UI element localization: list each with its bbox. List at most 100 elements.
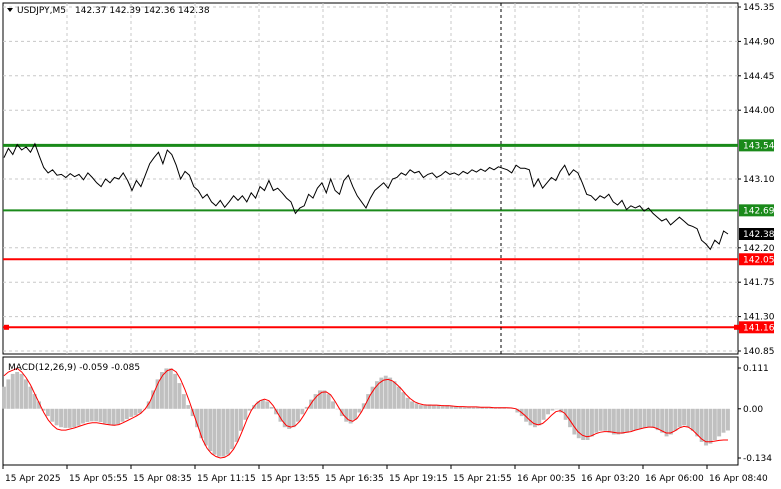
time-tick-label: 15 Apr 08:35 <box>133 474 192 484</box>
price-axis: 145.35 144.90 144.45 144.00 143.10 142.20 141.… <box>738 3 775 357</box>
macd-bar <box>291 408 296 428</box>
price-tick-label: 143.10 <box>743 175 775 185</box>
macd-bar <box>462 407 467 409</box>
macd-bar <box>585 408 590 440</box>
macd-bar <box>440 405 445 409</box>
macd-bar <box>234 408 239 442</box>
macd-bar <box>322 390 327 409</box>
macd-bar <box>203 408 208 446</box>
macd-bar <box>383 375 388 409</box>
macd-bar <box>24 379 28 409</box>
macd-bar <box>164 368 169 409</box>
macd-bar <box>484 407 489 409</box>
macd-bar <box>230 408 235 450</box>
macd-bar <box>625 408 629 433</box>
macd-bar <box>660 408 665 433</box>
macd-bar <box>357 408 362 413</box>
macd-bar <box>269 406 274 409</box>
macd-bar <box>76 408 81 426</box>
macd-bar <box>98 408 103 422</box>
macd-bar <box>388 377 393 409</box>
time-tick-label: 16 Apr 08:40 <box>709 474 768 484</box>
trading-chart[interactable]: 145.35 144.90 144.45 144.00 143.10 142.20 141.… <box>0 0 781 489</box>
macd-bar <box>45 408 50 417</box>
macd-bar <box>669 408 673 435</box>
macd-bar <box>111 408 116 426</box>
level-anchor[interactable] <box>734 324 739 330</box>
macd-bar <box>537 408 542 426</box>
price-tick-label: 144.90 <box>743 37 775 47</box>
macd-bar <box>28 386 33 409</box>
price-tick-label: 141.30 <box>743 313 775 323</box>
macd-bar <box>616 408 621 435</box>
macd-bar <box>54 408 59 426</box>
macd-bar <box>89 408 94 422</box>
macd-bar <box>405 397 410 409</box>
level-label: 142.05 <box>743 255 775 265</box>
macd-bar <box>590 408 594 437</box>
macd-bar <box>19 373 24 409</box>
macd-bar <box>225 408 230 455</box>
macd-bar <box>717 408 722 437</box>
macd-bar <box>471 407 476 409</box>
macd-bar <box>554 408 559 410</box>
current-price-marker: 142.38 <box>739 228 775 240</box>
macd-bar <box>708 408 713 444</box>
macd-bar <box>603 408 608 431</box>
macd-axis: 0.111 0.00 -0.134 <box>738 364 772 464</box>
macd-bar <box>647 408 651 428</box>
macd-bar <box>120 408 125 422</box>
macd-bar <box>655 408 660 431</box>
time-tick-label: 16 Apr 03:20 <box>581 474 640 484</box>
macd-bar <box>396 386 401 409</box>
macd-bar <box>721 408 726 433</box>
macd-bar <box>102 408 107 424</box>
macd-bar <box>432 405 436 409</box>
macd-bar <box>239 408 243 431</box>
macd-bar <box>572 408 577 435</box>
macd-bar <box>129 408 134 417</box>
macd-bar <box>704 408 708 446</box>
macd-bar <box>168 368 173 409</box>
macd-bar <box>2 386 6 409</box>
price-tick-label: 141.75 <box>743 278 775 288</box>
price-tick-label: 142.20 <box>743 244 775 254</box>
macd-bar <box>296 408 300 422</box>
time-tick-label: 15 Apr 16:35 <box>325 474 384 484</box>
macd-bar <box>423 405 428 409</box>
level-label: 143.54 <box>743 141 775 151</box>
macd-bar <box>212 408 217 455</box>
macd-bar <box>401 392 406 409</box>
macd-bar <box>326 394 331 409</box>
price-tick-label: 144.45 <box>743 72 775 82</box>
time-tick-label: 16 Apr 00:35 <box>517 474 576 484</box>
macd-bar <box>94 408 99 422</box>
macd-bar <box>124 408 129 420</box>
macd-title: MACD(12,26,9) -0.059 -0.085 <box>8 363 140 373</box>
macd-bar <box>265 401 270 409</box>
price-tick-label: 145.35 <box>743 3 775 13</box>
macd-bar <box>607 408 612 433</box>
macd-tick-label: -0.134 <box>743 454 772 464</box>
macd-bar <box>50 408 55 422</box>
macd-bar <box>598 408 603 431</box>
macd-bar <box>186 405 191 409</box>
macd-bar <box>550 408 555 411</box>
macd-bar <box>726 408 730 431</box>
macd-bar <box>260 399 265 409</box>
macd-bar <box>181 394 186 409</box>
macd-bar <box>208 408 213 451</box>
macd-bar <box>221 408 226 457</box>
macd-bar <box>116 408 120 425</box>
time-tick-label: 16 Apr 06:00 <box>645 474 704 484</box>
macd-bar <box>335 408 340 410</box>
current-price-label: 142.38 <box>743 230 775 240</box>
macd-bar <box>712 408 717 440</box>
macd-tick-label: 0.00 <box>743 405 763 415</box>
level-anchor[interactable] <box>4 324 9 330</box>
macd-bar <box>15 372 20 409</box>
macd-bar <box>673 408 678 431</box>
price-tick-label: 140.85 <box>743 347 775 357</box>
macd-bar <box>243 408 248 420</box>
macd-bar <box>217 408 221 457</box>
